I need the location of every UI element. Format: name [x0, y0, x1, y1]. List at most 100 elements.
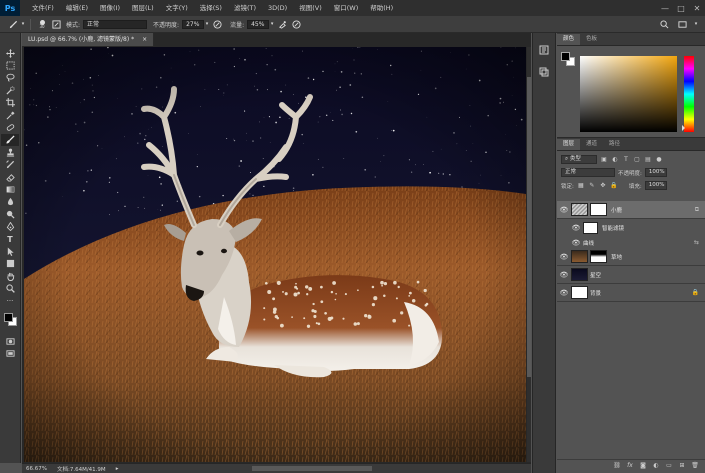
hand-tool-icon[interactable] [1, 270, 19, 282]
minimize-button[interactable]: — [657, 0, 673, 16]
filter-smart-icon[interactable]: ▤ [644, 156, 652, 164]
layer-mask-thumbnail[interactable] [590, 250, 607, 263]
eye-icon[interactable]: 👁 [569, 224, 583, 232]
close-tab-icon[interactable]: × [142, 33, 147, 46]
healing-brush-tool-icon[interactable] [1, 121, 19, 133]
type-tool-icon[interactable]: T [1, 233, 19, 245]
layer-item-smart-filters[interactable]: 👁 智能滤镜 [557, 219, 705, 237]
new-group-icon[interactable]: ▭ [665, 462, 673, 470]
menu-edit[interactable]: 编辑(E) [60, 0, 94, 16]
clone-stamp-tool-icon[interactable] [1, 146, 19, 158]
maximize-button[interactable]: □ [673, 0, 689, 16]
lock-move-icon[interactable]: ✥ [599, 182, 607, 190]
brush-preset-icon[interactable]: 30 [35, 17, 49, 31]
eye-icon[interactable]: 👁 [557, 206, 571, 214]
dodge-tool-icon[interactable] [1, 208, 19, 220]
workspace-icon[interactable] [675, 17, 689, 31]
mode-select[interactable]: 正常 [83, 19, 148, 29]
chevron-down-icon[interactable]: ▾ [693, 17, 699, 31]
layer-item-background[interactable]: 👁 背景 🔒 [557, 284, 705, 302]
eyedropper-tool-icon[interactable] [1, 109, 19, 121]
hue-slider[interactable] [684, 56, 694, 132]
history-brush-tool-icon[interactable] [1, 159, 19, 171]
status-arrow-icon[interactable]: ▸ [116, 466, 119, 472]
adjustment-layer-icon[interactable]: ◐ [652, 462, 660, 470]
history-panel-icon[interactable] [537, 43, 551, 57]
eye-icon[interactable]: 👁 [569, 239, 583, 247]
pressure-opacity-icon[interactable] [210, 17, 224, 31]
layer-mask-thumbnail[interactable] [590, 203, 607, 216]
menu-help[interactable]: 帮助(H) [364, 0, 399, 16]
document-tab[interactable]: LU.psd @ 66.7% (小鹿, 滤镜蒙版/8) * × [22, 33, 155, 46]
tab-color[interactable]: 颜色 [557, 34, 581, 45]
color-picker-field[interactable] [580, 56, 677, 132]
filter-pixel-icon[interactable]: ▣ [600, 156, 608, 164]
menu-file[interactable]: 文件(F) [26, 0, 60, 16]
shape-tool-icon[interactable] [1, 258, 19, 270]
zoom-level[interactable]: 66.67% [26, 466, 47, 472]
eye-icon[interactable]: 👁 [557, 289, 571, 297]
hue-slider-marker[interactable] [682, 125, 685, 131]
menu-filter[interactable]: 滤镜(T) [228, 0, 262, 16]
filter-mask-thumbnail[interactable] [583, 222, 598, 234]
marquee-tool-icon[interactable] [1, 59, 19, 71]
brush-tool-icon[interactable] [6, 17, 20, 31]
move-tool-icon[interactable] [1, 47, 19, 59]
add-mask-icon[interactable]: ◙ [639, 462, 647, 470]
filter-type-icon[interactable]: T [622, 156, 630, 164]
horizontal-scroll-thumb[interactable] [252, 466, 372, 471]
document-info[interactable]: 文档:7.64M/41.9M [57, 465, 106, 473]
brush-tool-icon[interactable] [1, 133, 19, 147]
menu-select[interactable]: 选择(S) [194, 0, 228, 16]
zoom-tool-icon[interactable] [1, 282, 19, 294]
new-layer-icon[interactable]: ⊞ [678, 462, 686, 470]
color-swatches[interactable] [1, 311, 19, 329]
color-panel-swatches[interactable] [561, 52, 575, 66]
search-icon[interactable] [657, 17, 671, 31]
lock-all-icon[interactable]: 🔒 [610, 182, 618, 190]
tab-swatches[interactable]: 色板 [580, 34, 603, 45]
more-tools-icon[interactable]: ··· [1, 295, 19, 307]
menu-type[interactable]: 文字(Y) [160, 0, 194, 16]
color-panel-foreground[interactable] [561, 52, 570, 61]
eye-icon[interactable]: 👁 [557, 271, 571, 279]
delete-layer-icon[interactable]: 🗑 [691, 462, 699, 470]
gradient-tool-icon[interactable] [1, 183, 19, 195]
pressure-size-icon[interactable] [289, 17, 303, 31]
filter-toggle-icon[interactable]: ● [655, 156, 663, 164]
blend-mode-select[interactable]: 正常 [561, 168, 615, 177]
airbrush-icon[interactable] [275, 17, 289, 31]
menu-window[interactable]: 窗口(W) [328, 0, 365, 16]
layer-opacity-field[interactable]: 100% [644, 168, 667, 177]
path-select-tool-icon[interactable] [1, 245, 19, 257]
properties-panel-icon[interactable] [537, 65, 551, 79]
quick-mask-icon[interactable] [1, 335, 19, 347]
layer-item-curves[interactable]: 👁 曲线 ⇆ [557, 237, 705, 248]
vertical-scroll-thumb[interactable] [527, 77, 531, 377]
tab-paths[interactable]: 路径 [603, 139, 626, 150]
layer-item-grass[interactable]: 👁 草地 [557, 248, 705, 266]
lock-brush-icon[interactable]: ✎ [588, 182, 596, 190]
layer-item-deer[interactable]: 👁 小鹿 ⧉ [557, 201, 705, 219]
eraser-tool-icon[interactable] [1, 171, 19, 183]
link-layers-icon[interactable]: ⛓ [613, 462, 621, 470]
tab-layers[interactable]: 图层 [557, 139, 581, 150]
brush-panel-icon[interactable] [49, 17, 63, 31]
layer-item-starry-sky[interactable]: 👁 星空 [557, 266, 705, 284]
close-button[interactable]: ✕ [689, 0, 705, 16]
foreground-color[interactable] [4, 313, 13, 323]
screen-mode-icon[interactable] [1, 348, 19, 360]
chevron-down-icon[interactable]: ▾ [20, 17, 26, 31]
menu-3d[interactable]: 3D(D) [262, 0, 293, 16]
filter-options-icon[interactable]: ⇆ [694, 239, 699, 246]
layer-filter-select[interactable]: ⌕ 类型 [561, 155, 597, 164]
lock-transparent-icon[interactable]: ▦ [577, 182, 585, 190]
blur-tool-icon[interactable] [1, 196, 19, 208]
pen-tool-icon[interactable] [1, 220, 19, 232]
fill-field[interactable]: 100% [644, 181, 667, 190]
lasso-tool-icon[interactable] [1, 72, 19, 84]
filter-shape-icon[interactable]: ▢ [633, 156, 641, 164]
vertical-scrollbar[interactable] [527, 47, 531, 462]
canvas[interactable] [24, 47, 526, 462]
layer-style-icon[interactable]: fx [626, 462, 634, 470]
